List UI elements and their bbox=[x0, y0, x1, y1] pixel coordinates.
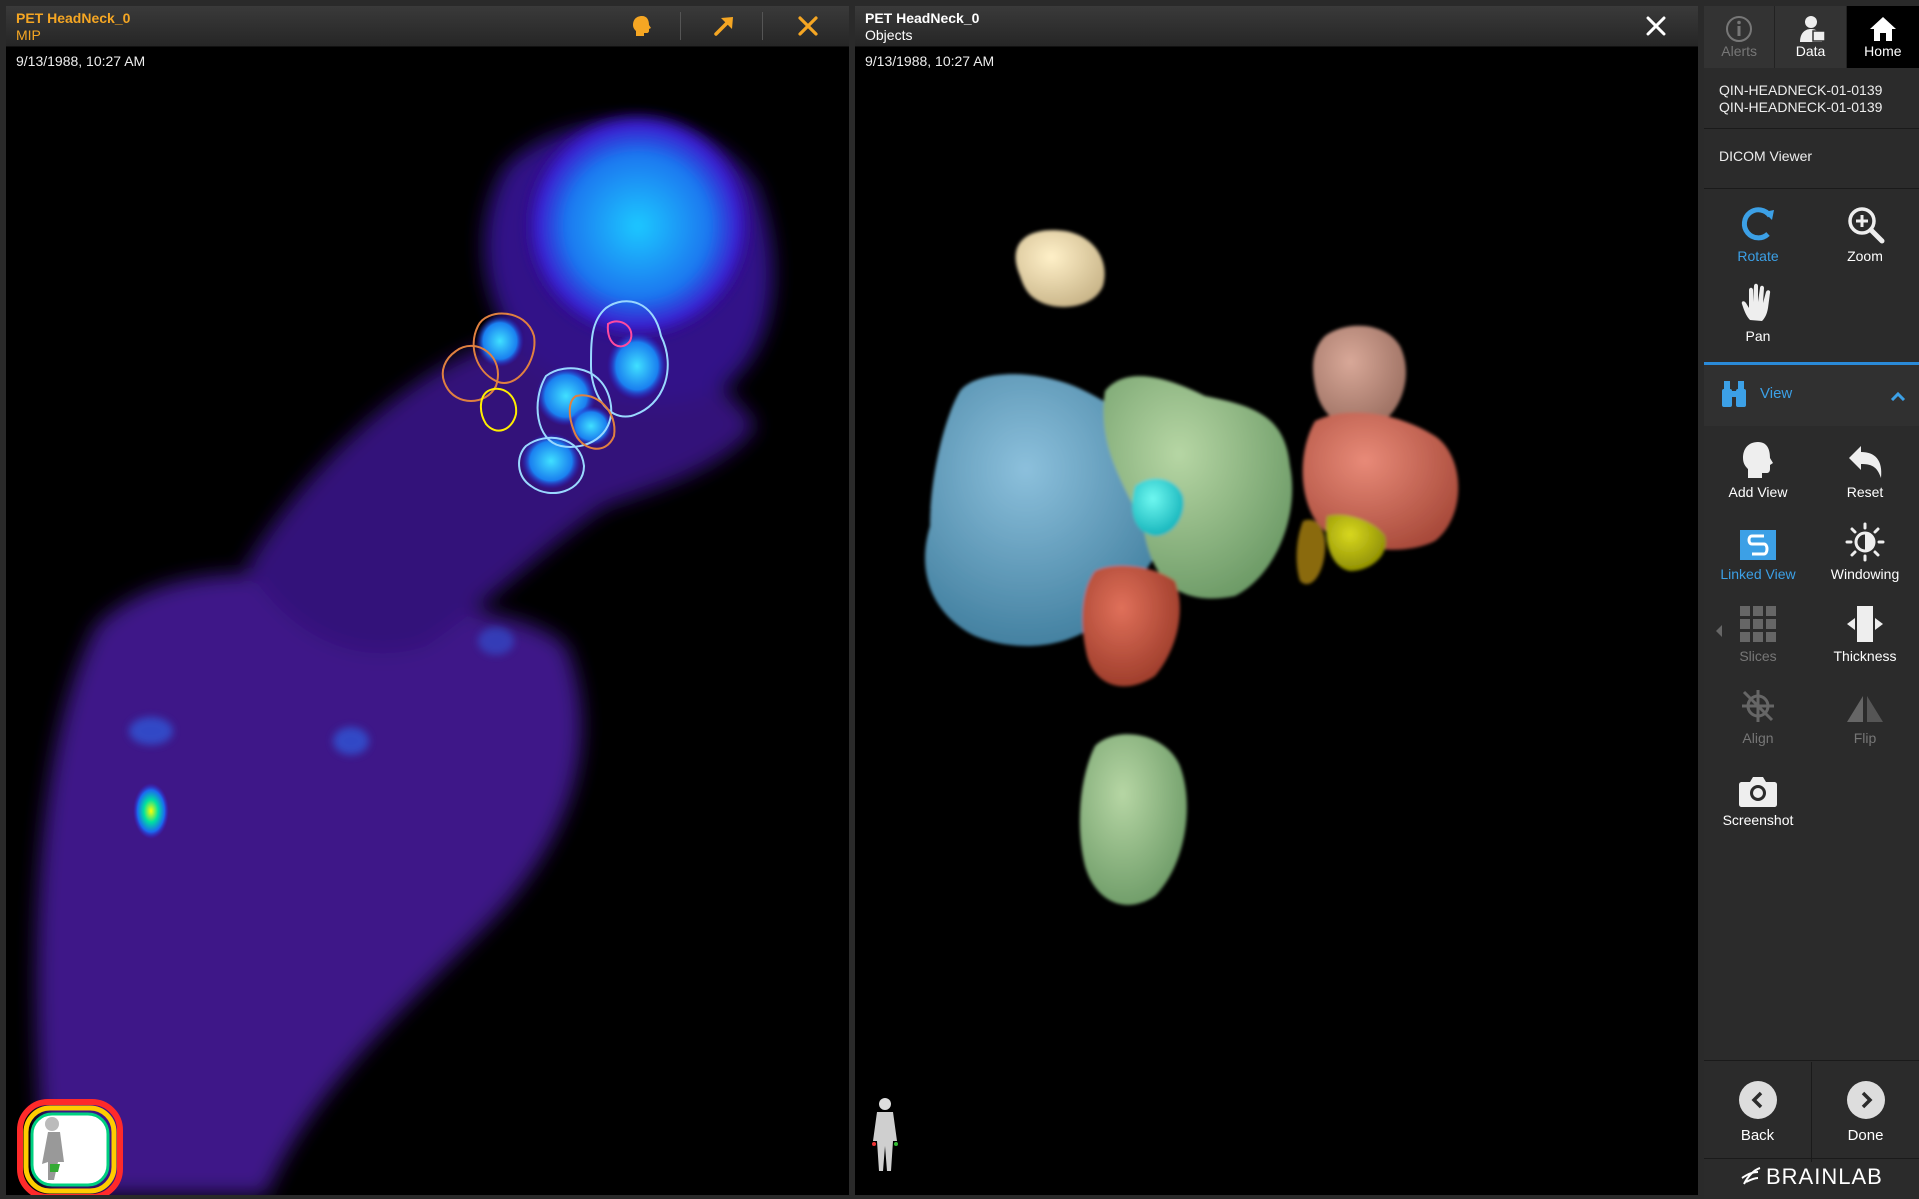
viewport-title: PET HeadNeck_0 bbox=[16, 10, 131, 26]
pet-mip-image[interactable] bbox=[6, 46, 849, 1195]
view-section-toggle[interactable]: View bbox=[1704, 362, 1919, 426]
tool-label: Screenshot bbox=[1722, 812, 1794, 828]
slices-tool[interactable]: Slices bbox=[1704, 598, 1812, 672]
tab-alerts[interactable]: Alerts bbox=[1704, 6, 1776, 68]
orientation-figure-icon bbox=[872, 1098, 898, 1171]
chevron-right-icon bbox=[1861, 1091, 1872, 1108]
tool-label: Flip bbox=[1853, 730, 1877, 746]
viewport-title: PET HeadNeck_0 bbox=[865, 10, 980, 26]
tool-label: Zoom bbox=[1847, 248, 1883, 264]
close-icon bbox=[798, 16, 818, 36]
tool-label: Rotate bbox=[1737, 248, 1779, 264]
tool-label: Add View bbox=[1728, 484, 1788, 500]
chevron-up-icon bbox=[1890, 391, 1906, 401]
objects-viewport-header: PET HeadNeck_0 Objects bbox=[855, 6, 1698, 47]
add-view-tool[interactable]: Add View bbox=[1704, 434, 1812, 508]
screenshot-tool[interactable]: Screenshot bbox=[1704, 762, 1812, 836]
rotate-tool[interactable]: Rotate bbox=[1704, 198, 1812, 272]
view-section-label: View bbox=[1760, 385, 1793, 402]
structure-olive bbox=[1296, 519, 1326, 585]
back-label: Back bbox=[1740, 1126, 1775, 1144]
study-timestamp: 9/13/1988, 10:27 AM bbox=[865, 53, 995, 69]
objects-viewport[interactable]: PET HeadNeck_0 Objects 9/13/1988, 10:27 … bbox=[855, 6, 1698, 1195]
structure-cream bbox=[1015, 230, 1105, 307]
close-icon bbox=[1646, 16, 1666, 36]
tool-label: Slices bbox=[1739, 648, 1777, 664]
zoom-icon bbox=[1848, 207, 1885, 244]
windowing-tool[interactable]: Windowing bbox=[1811, 516, 1919, 590]
patient-info: QIN-HEADNECK-01-0139 QIN-HEADNECK-01-013… bbox=[1719, 82, 1882, 116]
tab-label: Data bbox=[1795, 43, 1826, 59]
linked-view-tool[interactable]: Linked View bbox=[1704, 516, 1812, 590]
structure-green-small bbox=[1079, 734, 1187, 905]
tab-data[interactable]: Data bbox=[1775, 6, 1847, 68]
align-tool[interactable]: Align bbox=[1704, 680, 1812, 754]
patient-name: QIN-HEADNECK-01-0139 bbox=[1719, 99, 1883, 115]
close-viewport-button[interactable] bbox=[778, 6, 838, 46]
undo-icon bbox=[1849, 446, 1882, 478]
back-button[interactable]: Back bbox=[1704, 1062, 1811, 1162]
expand-arrow-icon bbox=[714, 17, 733, 36]
grid-icon bbox=[1740, 606, 1776, 642]
info-icon bbox=[1726, 16, 1753, 42]
tool-label: Thickness bbox=[1833, 648, 1897, 664]
study-timestamp: 9/13/1988, 10:27 AM bbox=[16, 53, 146, 69]
rotate-icon bbox=[1741, 207, 1774, 241]
data-icon bbox=[1799, 16, 1826, 42]
reset-tool[interactable]: Reset bbox=[1811, 434, 1919, 508]
link-icon bbox=[1740, 530, 1776, 560]
done-button[interactable]: Done bbox=[1812, 1062, 1919, 1162]
tool-label: Align bbox=[1742, 730, 1774, 746]
tab-label: Home bbox=[1864, 43, 1902, 59]
tool-label: Linked View bbox=[1720, 566, 1796, 582]
3d-objects-render[interactable] bbox=[855, 46, 1698, 1195]
close-viewport-button[interactable] bbox=[1626, 6, 1686, 46]
thickness-icon bbox=[1847, 606, 1883, 642]
tab-label: Alerts bbox=[1721, 43, 1758, 59]
chevron-left-icon bbox=[1751, 1091, 1762, 1108]
pan-tool[interactable]: Pan bbox=[1704, 278, 1812, 352]
maximize-button[interactable] bbox=[694, 6, 754, 46]
brainlab-logo-icon bbox=[1741, 1167, 1761, 1185]
structure-salmon bbox=[1302, 412, 1459, 550]
mip-viewport-header: PET HeadNeck_0 MIP bbox=[6, 6, 849, 47]
sidebar: Alerts Data Home QIN-HEADNECK-01-0139 QI… bbox=[1704, 6, 1919, 1199]
head-icon bbox=[1743, 442, 1773, 478]
app-name: DICOM Viewer bbox=[1719, 148, 1813, 164]
patient-id: QIN-HEADNECK-01-0139 bbox=[1719, 82, 1883, 98]
tool-label: Pan bbox=[1745, 328, 1771, 344]
hand-icon bbox=[1741, 283, 1771, 321]
brand-text: BRAINLAB bbox=[1766, 1164, 1883, 1189]
camera-icon bbox=[1739, 777, 1777, 807]
flip-icon bbox=[1847, 696, 1883, 722]
thickness-tool[interactable]: Thickness bbox=[1811, 598, 1919, 672]
bottom-nav: Back Done bbox=[1704, 1062, 1919, 1162]
zoom-tool[interactable]: Zoom bbox=[1811, 198, 1919, 272]
align-icon bbox=[1742, 690, 1774, 722]
head-view-button[interactable] bbox=[612, 6, 672, 46]
structure-red bbox=[1082, 565, 1180, 687]
binoculars-icon bbox=[1722, 381, 1746, 407]
top-tabs: Alerts Data Home bbox=[1704, 6, 1919, 68]
viewport-subtitle: MIP bbox=[16, 27, 41, 43]
done-label: Done bbox=[1847, 1126, 1884, 1144]
tool-label: Reset bbox=[1846, 484, 1884, 500]
home-icon bbox=[1869, 17, 1896, 41]
flip-tool[interactable]: Flip bbox=[1811, 680, 1919, 754]
tool-label: Windowing bbox=[1830, 566, 1900, 582]
mip-viewport[interactable]: PET HeadNeck_0 MIP 9/13/1988, 10:27 AM bbox=[6, 6, 849, 1195]
brightness-icon bbox=[1845, 522, 1885, 562]
viewport-subtitle: Objects bbox=[865, 27, 913, 43]
brand-logo: BRAINLAB bbox=[1740, 1164, 1883, 1190]
head-icon bbox=[633, 16, 651, 36]
tab-home[interactable]: Home bbox=[1846, 6, 1919, 68]
